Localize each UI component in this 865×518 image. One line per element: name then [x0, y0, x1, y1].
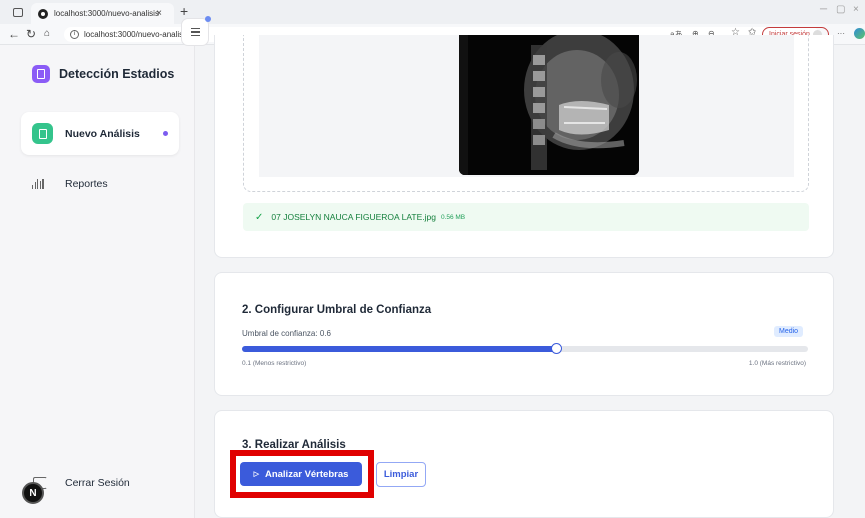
check-icon: ✓ — [255, 211, 264, 223]
tab-actions-icon[interactable] — [13, 7, 23, 17]
document-icon — [32, 123, 53, 144]
logout-label: Cerrar Sesión — [65, 477, 130, 489]
browser-tab-bar: localhost:3000/nuevo-analisis × + ─ ▢ × — [0, 0, 865, 24]
slider-thumb[interactable] — [551, 343, 563, 354]
range-max-label: 1.0 (Más restrictivo) — [748, 360, 806, 367]
copilot-icon[interactable] — [854, 28, 865, 39]
section-title: 2. Configurar Umbral de Confianza — [242, 304, 432, 316]
analyze-button[interactable]: ▷ Analizar Vértebras — [240, 462, 362, 486]
hamburger-icon — [190, 28, 200, 30]
refresh-icon[interactable]: ↻ — [26, 27, 36, 41]
logout-button[interactable]: Cerrar Sesión — [33, 477, 130, 489]
file-name: 07 JOSELYN NAUCA FIGUEROA LATE.jpg — [271, 212, 436, 222]
url-text: localhost:3000/nuevo-analisis — [84, 30, 189, 39]
sidebar: Detección Estadios Nuevo Análisis Report… — [0, 45, 195, 518]
menu-toggle-button[interactable] — [181, 16, 211, 46]
new-tab-button[interactable]: + — [180, 3, 188, 19]
uploaded-file-row: ✓ 07 JOSELYN NAUCA FIGUEROA LATE.jpg 0.5… — [243, 203, 809, 231]
sidebar-item-label: Nuevo Análisis — [65, 127, 140, 140]
restore-icon[interactable]: ▢ — [836, 4, 845, 15]
site-info-icon[interactable]: i — [70, 30, 79, 39]
hamburger-line — [190, 34, 200, 36]
bar-chart-icon — [32, 179, 45, 189]
range-min-label: 0.1 (Menos restrictivo) — [242, 360, 307, 367]
active-indicator-dot — [163, 131, 168, 136]
status-badge: Medio — [774, 326, 804, 337]
threshold-slider[interactable] — [242, 343, 808, 354]
sidebar-item-reportes[interactable]: Reportes — [32, 178, 108, 190]
slider-fill — [242, 346, 557, 352]
document-icon — [32, 65, 50, 83]
clear-button[interactable]: Limpiar — [376, 462, 426, 487]
threshold-card: 2. Configurar Umbral de Confianza Umbral… — [214, 272, 834, 396]
xray-image — [459, 35, 639, 175]
brand-title: Detección Estadios — [59, 67, 175, 81]
sidebar-item-nuevo-analisis[interactable]: Nuevo Análisis — [21, 112, 179, 155]
upload-card: ✓ 07 JOSELYN NAUCA FIGUEROA LATE.jpg 0.5… — [214, 35, 834, 258]
minimize-icon[interactable]: ─ — [820, 4, 827, 15]
dropzone[interactable] — [243, 35, 809, 192]
image-preview-area — [259, 35, 794, 177]
threshold-label: Umbral de confianza: 0.6 — [242, 329, 331, 338]
file-size: 0.56 MB — [440, 213, 466, 221]
browser-tab[interactable]: localhost:3000/nuevo-analisis × — [31, 3, 174, 24]
play-icon: ▷ — [253, 471, 259, 478]
notification-dot — [205, 16, 211, 22]
tab-title: localhost:3000/nuevo-analisis — [54, 9, 159, 18]
home-icon[interactable]: ⌂ — [44, 28, 50, 39]
site-favicon-icon — [38, 8, 48, 19]
close-window-icon[interactable]: × — [853, 4, 859, 15]
back-icon[interactable]: ← — [8, 27, 20, 41]
hamburger-line — [190, 31, 200, 33]
more-icon[interactable]: ··· — [837, 29, 845, 38]
tab-close-icon[interactable]: × — [156, 8, 162, 19]
avatar[interactable]: N — [22, 482, 44, 504]
brand: Detección Estadios — [32, 65, 174, 83]
sidebar-item-label: Reportes — [65, 178, 108, 190]
analyze-button-label: Analizar Vértebras — [264, 468, 349, 480]
